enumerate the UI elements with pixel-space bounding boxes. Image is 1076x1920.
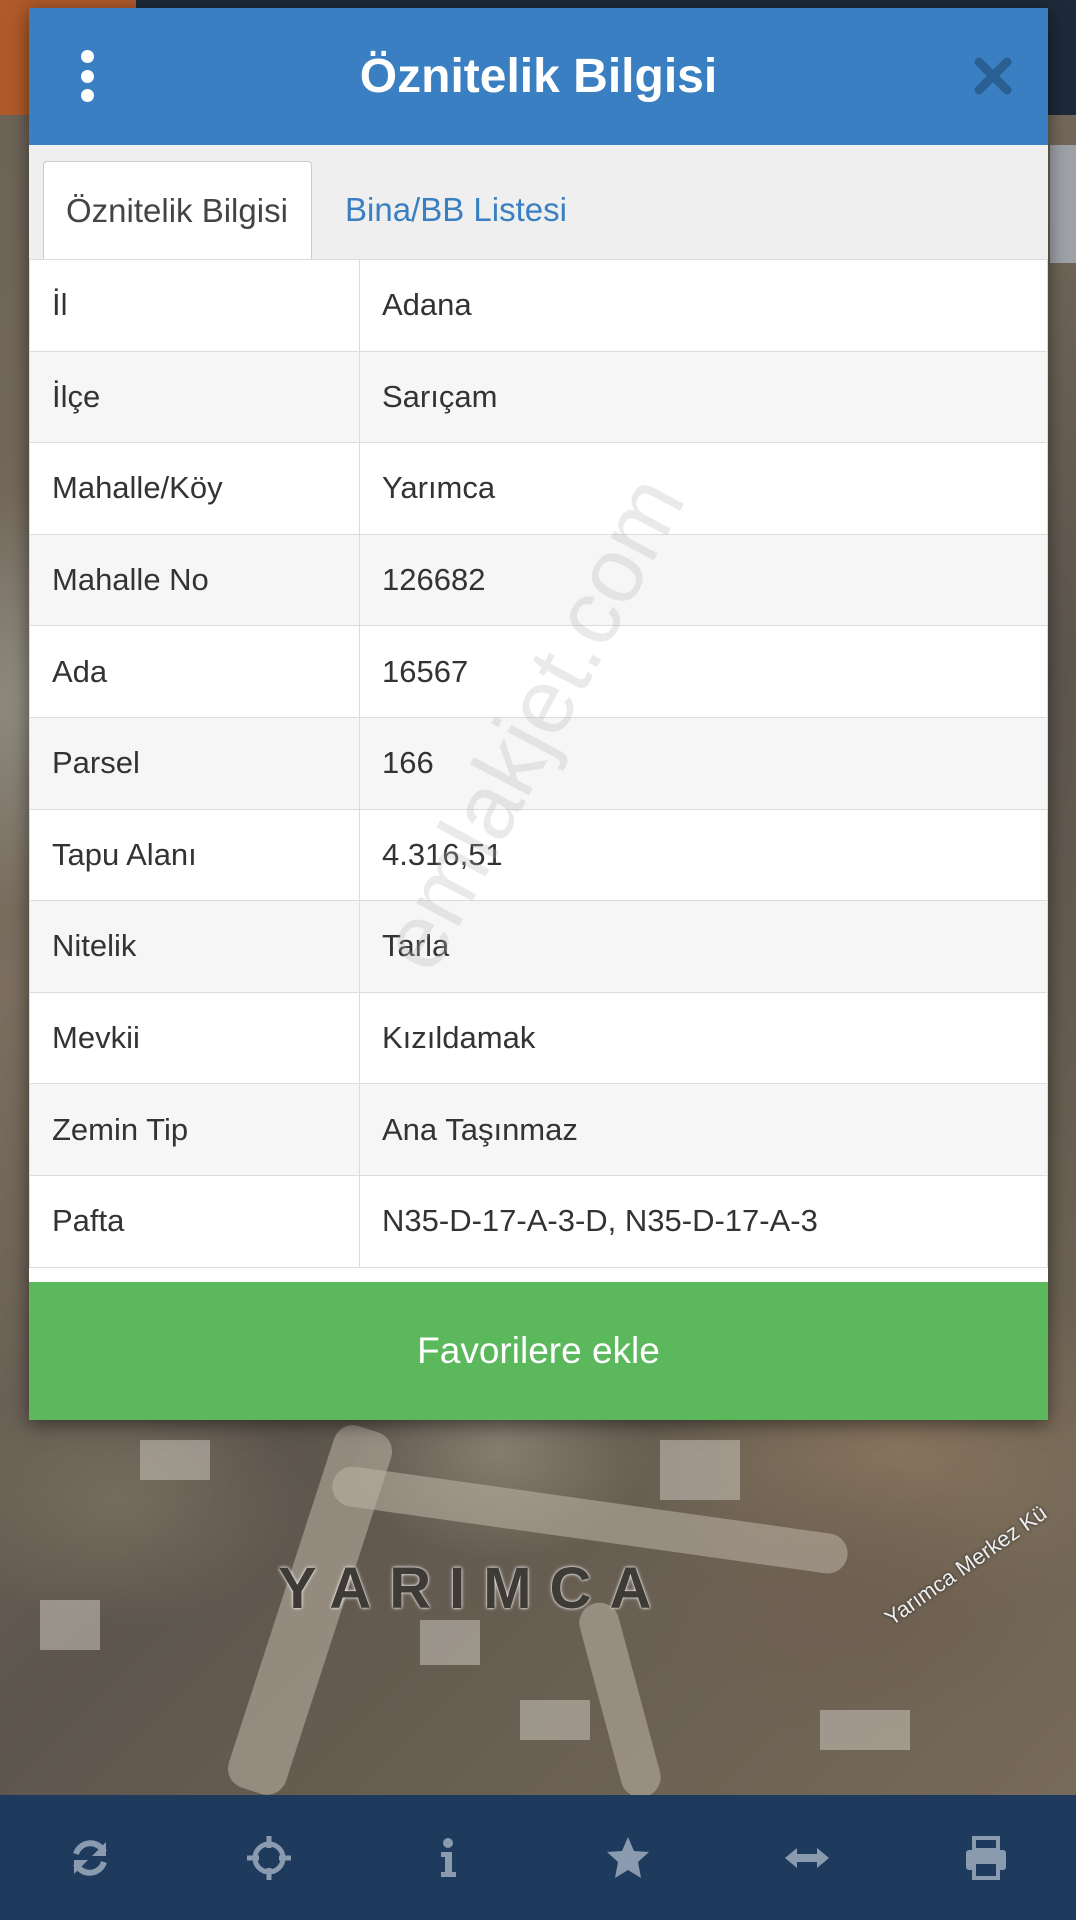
- attribute-value: N35-D-17-A-3-D, N35-D-17-A-3: [359, 1174, 1048, 1268]
- dialog-title: Öznitelik Bilgisi: [359, 50, 718, 103]
- attribute-value: 4.316,51: [359, 808, 1048, 902]
- attribute-key: Mevkii: [29, 991, 360, 1085]
- table-row: Mahalle No 126682: [29, 533, 1048, 627]
- attribute-key: Nitelik: [29, 900, 360, 993]
- map-scroll-handle: [1050, 145, 1076, 263]
- table-row: Zemin Tip Ana Taşınmaz: [29, 1083, 1048, 1176]
- table-row: İl Adana: [29, 259, 1048, 352]
- dot-icon: [80, 69, 94, 83]
- add-to-favorites-button[interactable]: Favorilere ekle: [29, 1282, 1048, 1420]
- more-menu-button[interactable]: [73, 50, 101, 102]
- attribute-key: İl: [29, 259, 360, 352]
- attribute-key: Tapu Alanı: [29, 808, 360, 902]
- attribute-value: 166: [359, 716, 1048, 810]
- close-icon: [974, 57, 1012, 95]
- attribute-key: İlçe: [29, 350, 360, 444]
- star-icon: [606, 1836, 649, 1878]
- attribute-value: Kızıldamak: [359, 991, 1048, 1085]
- attribute-value: Sarıçam: [359, 350, 1048, 444]
- info-icon: [441, 1837, 457, 1877]
- refresh-icon: [72, 1839, 107, 1876]
- attribute-key: Mahalle/Köy: [29, 442, 360, 535]
- tab-attribute-info[interactable]: Öznitelik Bilgisi: [43, 161, 312, 260]
- table-row: Mevkii Kızıldamak: [29, 991, 1048, 1085]
- map-place-label: YARIMCA: [278, 1556, 670, 1621]
- locate-button[interactable]: [239, 1828, 299, 1888]
- map-building: [40, 1600, 100, 1650]
- map-building: [140, 1440, 210, 1480]
- map-building: [820, 1710, 910, 1750]
- attribute-value: Ana Taşınmaz: [359, 1083, 1048, 1176]
- table-row: Ada 16567: [29, 625, 1048, 718]
- attribute-key: Mahalle No: [29, 533, 360, 627]
- map-road-label: Yarımca Merkez Kü: [880, 1500, 1052, 1631]
- table-row: Tapu Alanı 4.316,51: [29, 808, 1048, 902]
- dot-icon: [80, 89, 94, 102]
- attribute-key: Zemin Tip: [29, 1083, 360, 1176]
- attribute-value: 16567: [359, 625, 1048, 718]
- bottom-toolbar: [0, 1795, 1076, 1920]
- dot-icon: [80, 50, 94, 63]
- favorites-button[interactable]: [598, 1828, 658, 1888]
- table-row: Nitelik Tarla: [29, 900, 1048, 993]
- map-building: [520, 1700, 590, 1740]
- attribute-table: İl Adana İlçe Sarıçam Mahalle/Köy Yarımc…: [29, 259, 1048, 1268]
- map-road: [574, 1598, 666, 1795]
- crosshair-icon: [246, 1835, 291, 1880]
- attribute-value: 126682: [359, 533, 1048, 627]
- table-row: İlçe Sarıçam: [29, 350, 1048, 444]
- attribute-value: Adana: [359, 259, 1048, 352]
- map-building: [660, 1440, 740, 1500]
- table-row: Parsel 166: [29, 716, 1048, 810]
- tab-building-list[interactable]: Bina/BB Listesi: [323, 161, 589, 259]
- map-building: [420, 1620, 480, 1665]
- attribute-value: Tarla: [359, 900, 1048, 993]
- table-row: Mahalle/Köy Yarımca: [29, 442, 1048, 535]
- refresh-button[interactable]: [60, 1828, 120, 1888]
- tab-bar: Öznitelik Bilgisi Bina/BB Listesi: [29, 145, 1048, 260]
- attribute-value: Yarımca: [359, 442, 1048, 535]
- attribute-key: Ada: [29, 625, 360, 718]
- print-icon: [966, 1835, 1007, 1880]
- dialog-header: Öznitelik Bilgisi: [29, 8, 1048, 145]
- close-button[interactable]: [971, 54, 1015, 98]
- info-button[interactable]: [418, 1828, 478, 1888]
- print-button[interactable]: [956, 1828, 1016, 1888]
- attribute-key: Parsel: [29, 716, 360, 810]
- table-row: Pafta N35-D-17-A-3-D, N35-D-17-A-3: [29, 1174, 1048, 1268]
- attribute-dialog: Öznitelik Bilgisi Öznitelik Bilgisi Bina…: [29, 8, 1048, 1420]
- attribute-key: Pafta: [29, 1174, 360, 1268]
- measure-button[interactable]: [777, 1828, 837, 1888]
- arrows-horizontal-icon: [784, 1847, 829, 1868]
